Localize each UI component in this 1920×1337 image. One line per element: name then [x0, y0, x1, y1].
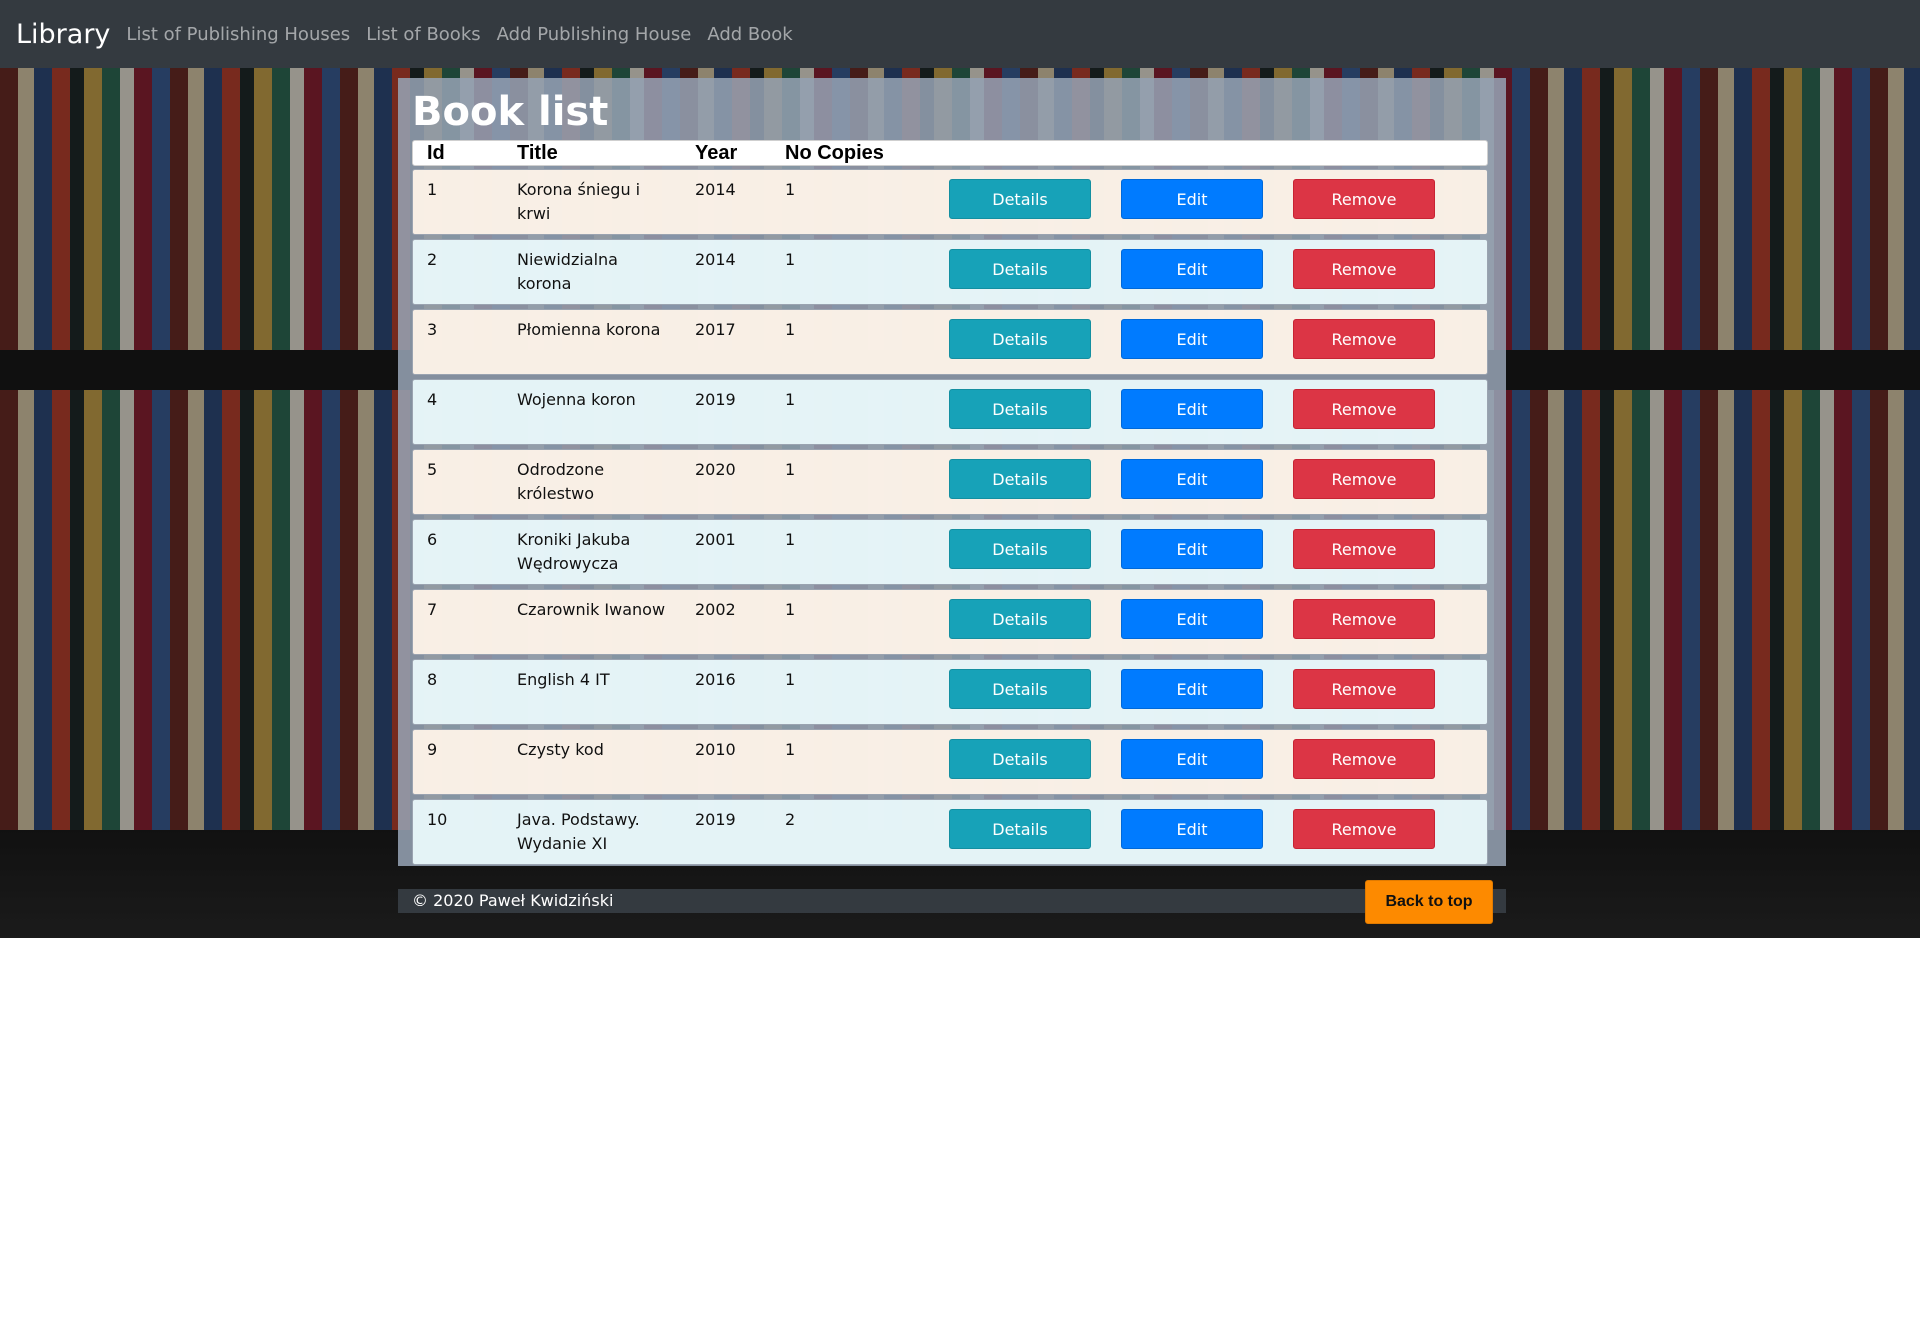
edit-button[interactable]: Edit — [1121, 809, 1263, 849]
table-row: 1 Korona śniegu i krwi 2014 1 Details Edit Rem… — [412, 169, 1488, 235]
table-row: 7 Czarownik Iwanow 2002 1 Details Edit Remove — [412, 589, 1488, 655]
table-body: 1 Korona śniegu i krwi 2014 1 Details Edit Rem… — [412, 169, 1492, 865]
cell-year: 2002 — [695, 600, 736, 619]
book-list-panel: Book list Id Title Year No Copies 1 Koron… — [398, 78, 1506, 866]
nav-link-publishing-houses[interactable]: List of Publishing Houses — [126, 24, 350, 45]
table-row: 2 Niewidzialna korona 2014 1 Details Edit Remo… — [412, 239, 1488, 305]
cell-year: 2001 — [695, 530, 736, 549]
details-button[interactable]: Details — [949, 249, 1091, 289]
cell-copies: 1 — [785, 390, 796, 409]
details-button[interactable]: Details — [949, 529, 1091, 569]
edit-button[interactable]: Edit — [1121, 389, 1263, 429]
header-title: Title — [517, 141, 558, 164]
cell-id: 6 — [427, 530, 438, 549]
cell-year: 2014 — [695, 180, 736, 199]
cell-id: 2 — [427, 250, 438, 269]
remove-button[interactable]: Remove — [1293, 669, 1435, 709]
cell-id: 1 — [427, 180, 438, 199]
table-row: 3 Płomienna korona 2017 1 Details Edit Remove — [412, 309, 1488, 375]
top-navbar: Library List of Publishing Houses List o… — [0, 0, 1920, 68]
details-button[interactable]: Details — [949, 319, 1091, 359]
details-button[interactable]: Details — [949, 599, 1091, 639]
edit-button[interactable]: Edit — [1121, 599, 1263, 639]
remove-button[interactable]: Remove — [1293, 739, 1435, 779]
details-button[interactable]: Details — [949, 179, 1091, 219]
cell-year: 2020 — [695, 460, 736, 479]
cell-copies: 1 — [785, 740, 796, 759]
cell-year: 2010 — [695, 740, 736, 759]
cell-title: Kroniki Jakuba Wędrowycza — [517, 530, 631, 573]
cell-title: English 4 IT — [517, 670, 610, 689]
cell-copies: 1 — [785, 180, 796, 199]
cell-title: Odrodzone królestwo — [517, 460, 605, 503]
edit-button[interactable]: Edit — [1121, 179, 1263, 219]
cell-title: Java. Podstawy. Wydanie XI — [517, 810, 640, 853]
remove-button[interactable]: Remove — [1293, 529, 1435, 569]
brand-logo[interactable]: Library — [16, 19, 110, 50]
nav-link-add-publishing-house[interactable]: Add Publishing House — [497, 24, 692, 45]
edit-button[interactable]: Edit — [1121, 529, 1263, 569]
remove-button[interactable]: Remove — [1293, 599, 1435, 639]
cell-id: 4 — [427, 390, 438, 409]
remove-button[interactable]: Remove — [1293, 809, 1435, 849]
cell-title: Płomienna korona — [517, 320, 661, 339]
table-header: Id Title Year No Copies — [412, 140, 1488, 166]
cell-id: 10 — [427, 810, 448, 829]
cell-id: 3 — [427, 320, 438, 339]
nav-link-add-book[interactable]: Add Book — [707, 24, 792, 45]
back-to-top-button[interactable]: Back to top — [1365, 880, 1493, 924]
table-row: 8 English 4 IT 2016 1 Details Edit Remove — [412, 659, 1488, 725]
cell-title: Wojenna koron — [517, 390, 636, 409]
details-button[interactable]: Details — [949, 389, 1091, 429]
cell-id: 7 — [427, 600, 438, 619]
remove-button[interactable]: Remove — [1293, 319, 1435, 359]
details-button[interactable]: Details — [949, 669, 1091, 709]
cell-copies: 1 — [785, 460, 796, 479]
nav-link-books[interactable]: List of Books — [366, 24, 480, 45]
page-title: Book list — [412, 89, 609, 135]
table-row: 4 Wojenna koron 2019 1 Details Edit Remove — [412, 379, 1488, 445]
cell-title: Czysty kod — [517, 740, 604, 759]
cell-copies: 1 — [785, 250, 796, 269]
edit-button[interactable]: Edit — [1121, 739, 1263, 779]
edit-button[interactable]: Edit — [1121, 669, 1263, 709]
edit-button[interactable]: Edit — [1121, 459, 1263, 499]
header-year: Year — [695, 141, 738, 164]
table-row: 6 Kroniki Jakuba Wędrowycza 2001 1 Details Ed… — [412, 519, 1488, 585]
table-row: 9 Czysty kod 2010 1 Details Edit Remove — [412, 729, 1488, 795]
cell-id: 8 — [427, 670, 438, 689]
cell-year: 2017 — [695, 320, 736, 339]
cell-year: 2019 — [695, 810, 736, 829]
cell-id: 9 — [427, 740, 438, 759]
remove-button[interactable]: Remove — [1293, 389, 1435, 429]
header-id: Id — [427, 141, 445, 164]
details-button[interactable]: Details — [949, 809, 1091, 849]
details-button[interactable]: Details — [949, 459, 1091, 499]
table-row: 5 Odrodzone królestwo 2020 1 Details Edit Remo… — [412, 449, 1488, 515]
edit-button[interactable]: Edit — [1121, 249, 1263, 289]
cell-copies: 2 — [785, 810, 796, 829]
cell-copies: 1 — [785, 600, 796, 619]
edit-button[interactable]: Edit — [1121, 319, 1263, 359]
cell-year: 2019 — [695, 390, 736, 409]
table-row: 10 Java. Podstawy. Wydanie XI 2019 2 Details… — [412, 799, 1488, 865]
remove-button[interactable]: Remove — [1293, 459, 1435, 499]
remove-button[interactable]: Remove — [1293, 249, 1435, 289]
cell-title: Niewidzialna korona — [517, 250, 618, 293]
cell-copies: 1 — [785, 670, 796, 689]
cell-year: 2016 — [695, 670, 736, 689]
cell-year: 2014 — [695, 250, 736, 269]
cell-id: 5 — [427, 460, 438, 479]
cell-title: Czarownik Iwanow — [517, 600, 666, 619]
header-copies: No Copies — [785, 141, 884, 164]
cell-copies: 1 — [785, 320, 796, 339]
page-footer: © 2020 Paweł Kwidziński — [398, 889, 1506, 913]
details-button[interactable]: Details — [949, 739, 1091, 779]
remove-button[interactable]: Remove — [1293, 179, 1435, 219]
footer-copyright: © 2020 Paweł Kwidziński — [412, 891, 614, 910]
cell-copies: 1 — [785, 530, 796, 549]
cell-title: Korona śniegu i krwi — [517, 180, 641, 223]
